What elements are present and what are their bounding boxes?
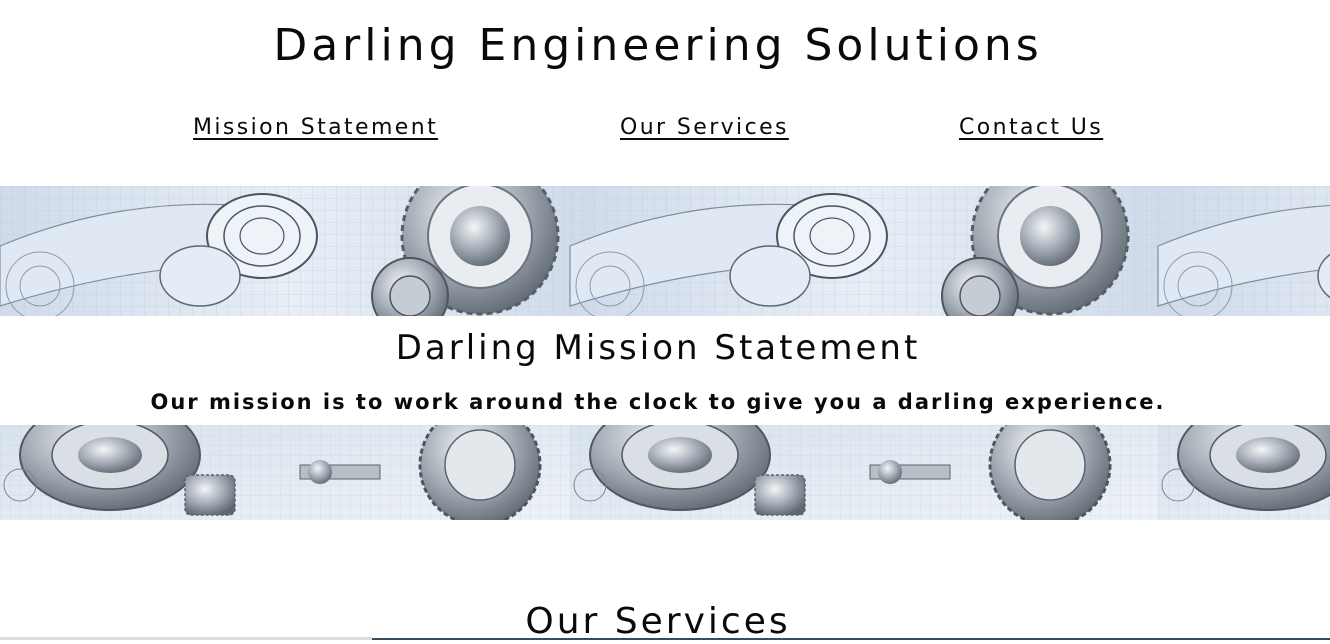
nav-link-our-services[interactable]: Our Services [620, 114, 789, 142]
bottom-banner-image [0, 425, 1330, 520]
gears-blueprint-image [0, 186, 1330, 316]
nav-link-contact-us[interactable]: Contact Us [959, 114, 1103, 142]
site-title: Darling Engineering Solutions [273, 20, 1043, 71]
mission-text: Our mission is to work around the clock … [150, 390, 1166, 414]
mission-heading: Darling Mission Statement [395, 328, 921, 368]
nav-link-mission-statement[interactable]: Mission Statement [193, 114, 438, 142]
top-banner-image [0, 186, 1330, 316]
bearings-gears-image [0, 425, 1330, 520]
